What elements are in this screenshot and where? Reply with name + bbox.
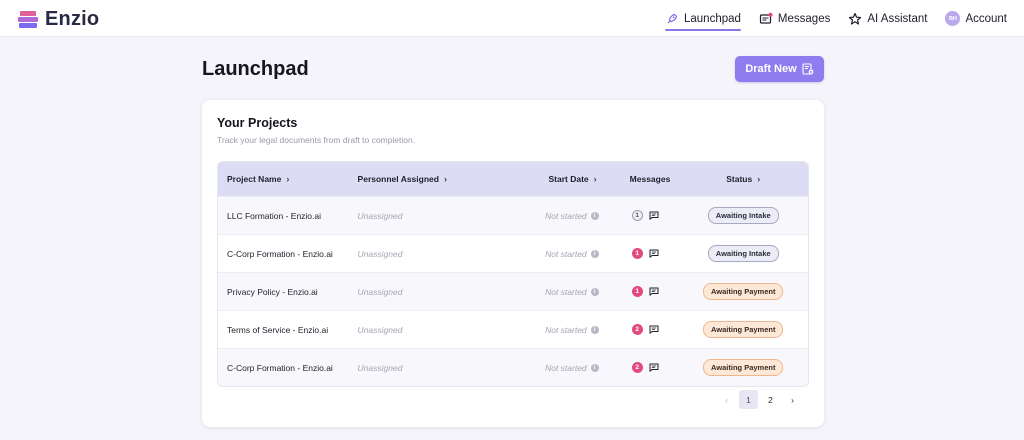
message-count-badge: 2 bbox=[631, 324, 643, 335]
column-label: Project Name bbox=[227, 174, 282, 184]
message-count-badge: 2 bbox=[631, 362, 643, 373]
message-count-badge: 1 bbox=[631, 210, 643, 221]
projects-card: Your Projects Track your legal documents… bbox=[202, 100, 824, 427]
personnel-assigned: Unassigned bbox=[357, 210, 403, 221]
new-document-icon bbox=[802, 63, 814, 75]
table-row[interactable]: C-Corp Formation - Enzio.ai Unassigned Not… bbox=[218, 348, 808, 386]
prev-page-button[interactable]: ‹ bbox=[717, 390, 736, 409]
brand[interactable]: Enzio bbox=[18, 8, 99, 31]
open-messages-button[interactable] bbox=[649, 249, 659, 258]
info-icon[interactable]: i bbox=[590, 325, 599, 334]
page-2-button[interactable]: 2 bbox=[761, 390, 780, 409]
info-icon[interactable]: i bbox=[590, 211, 599, 220]
column-label: Status bbox=[726, 174, 753, 184]
column-label: Messages bbox=[629, 174, 671, 184]
project-name[interactable]: LLC Formation - Enzio.ai bbox=[218, 211, 349, 221]
main-nav: Launchpad Messages AI Assistant BH Accou… bbox=[647, 0, 1007, 37]
chat-icon bbox=[649, 325, 659, 334]
enzio-logo-icon bbox=[18, 10, 38, 30]
top-navigation-bar: Enzio Launchpad Messages AI Assistant BH… bbox=[0, 0, 1024, 37]
star-icon bbox=[849, 12, 862, 25]
nav-label-account: Account bbox=[965, 12, 1007, 25]
nav-item-launchpad[interactable]: Launchpad bbox=[665, 7, 741, 31]
column-status[interactable]: Status › bbox=[678, 174, 808, 184]
nav-label-ai-assistant: AI Assistant bbox=[867, 12, 928, 25]
open-messages-button[interactable] bbox=[649, 363, 659, 372]
open-messages-button[interactable] bbox=[649, 287, 659, 296]
rocket-icon bbox=[667, 13, 678, 23]
column-label: Personnel Assigned bbox=[357, 174, 439, 184]
table-row[interactable]: C-Corp Formation - Enzio.ai Unassigned Not… bbox=[218, 234, 808, 272]
column-messages: Messages bbox=[605, 174, 679, 184]
start-date: Not started bbox=[545, 248, 587, 259]
page-1-button[interactable]: 1 bbox=[739, 390, 758, 409]
nav-item-messages[interactable]: Messages bbox=[759, 7, 830, 31]
personnel-assigned: Unassigned bbox=[357, 324, 403, 335]
chat-icon bbox=[649, 287, 659, 296]
page-title: Launchpad bbox=[202, 58, 309, 80]
nav-item-ai-assistant[interactable]: AI Assistant bbox=[848, 7, 927, 31]
chevron-right-icon: › bbox=[286, 174, 290, 184]
personnel-assigned: Unassigned bbox=[357, 286, 403, 297]
projects-subtitle: Track your legal documents from draft to… bbox=[217, 135, 416, 145]
info-icon[interactable]: i bbox=[590, 287, 599, 296]
chevron-right-icon: › bbox=[757, 174, 761, 184]
column-personnel[interactable]: Personnel Assigned › bbox=[349, 174, 493, 184]
column-label: Start Date bbox=[548, 174, 589, 184]
brand-name: Enzio bbox=[45, 8, 100, 30]
avatar: BH bbox=[945, 11, 961, 26]
start-date: Not started bbox=[545, 286, 587, 297]
chat-icon bbox=[649, 363, 659, 372]
info-icon[interactable]: i bbox=[590, 249, 599, 258]
status-badge: Awaiting Intake bbox=[707, 245, 779, 262]
project-name[interactable]: Terms of Service - Enzio.ai bbox=[218, 325, 349, 335]
open-messages-button[interactable] bbox=[649, 211, 659, 220]
project-name[interactable]: Privacy Policy - Enzio.ai bbox=[218, 287, 349, 297]
table-row[interactable]: Terms of Service - Enzio.ai Unassigned Not… bbox=[218, 310, 808, 348]
projects-table: Project Name › Personnel Assigned › Start … bbox=[217, 161, 809, 387]
message-count-badge: 1 bbox=[631, 286, 643, 297]
project-name[interactable]: C-Corp Formation - Enzio.ai bbox=[218, 363, 349, 373]
messages-icon bbox=[759, 12, 773, 24]
column-start-date[interactable]: Start Date › bbox=[492, 174, 605, 184]
project-name[interactable]: C-Corp Formation - Enzio.ai bbox=[218, 249, 349, 259]
status-badge: Awaiting Intake bbox=[707, 207, 779, 224]
status-badge: Awaiting Payment bbox=[703, 283, 784, 300]
nav-item-account[interactable]: BH Account bbox=[945, 7, 1007, 31]
draft-new-button[interactable]: Draft New bbox=[735, 56, 824, 82]
personnel-assigned: Unassigned bbox=[357, 248, 403, 259]
status-badge: Awaiting Payment bbox=[703, 321, 784, 338]
start-date: Not started bbox=[545, 362, 587, 373]
chat-icon bbox=[649, 211, 659, 220]
personnel-assigned: Unassigned bbox=[357, 362, 403, 373]
draft-new-label: Draft New bbox=[745, 63, 797, 75]
message-count-badge: 1 bbox=[631, 248, 643, 259]
table-header: Project Name › Personnel Assigned › Start … bbox=[218, 162, 808, 196]
status-badge: Awaiting Payment bbox=[703, 359, 784, 376]
open-messages-button[interactable] bbox=[649, 325, 659, 334]
chevron-right-icon: › bbox=[593, 174, 597, 184]
next-page-button[interactable]: › bbox=[783, 390, 802, 409]
table-row[interactable]: LLC Formation - Enzio.ai Unassigned Not st… bbox=[218, 196, 808, 234]
column-project-name[interactable]: Project Name › bbox=[218, 174, 349, 184]
table-body: LLC Formation - Enzio.ai Unassigned Not st… bbox=[218, 196, 808, 386]
table-row[interactable]: Privacy Policy - Enzio.ai Unassigned Not s… bbox=[218, 272, 808, 310]
chevron-right-icon: › bbox=[443, 174, 447, 184]
nav-label-messages: Messages bbox=[777, 12, 831, 25]
chat-icon bbox=[649, 249, 659, 258]
projects-title: Your Projects bbox=[217, 116, 298, 130]
start-date: Not started bbox=[545, 324, 587, 335]
start-date: Not started bbox=[545, 210, 587, 221]
pagination: ‹ 1 2 › bbox=[714, 390, 802, 409]
info-icon[interactable]: i bbox=[590, 363, 599, 372]
nav-label-launchpad: Launchpad bbox=[684, 12, 741, 25]
